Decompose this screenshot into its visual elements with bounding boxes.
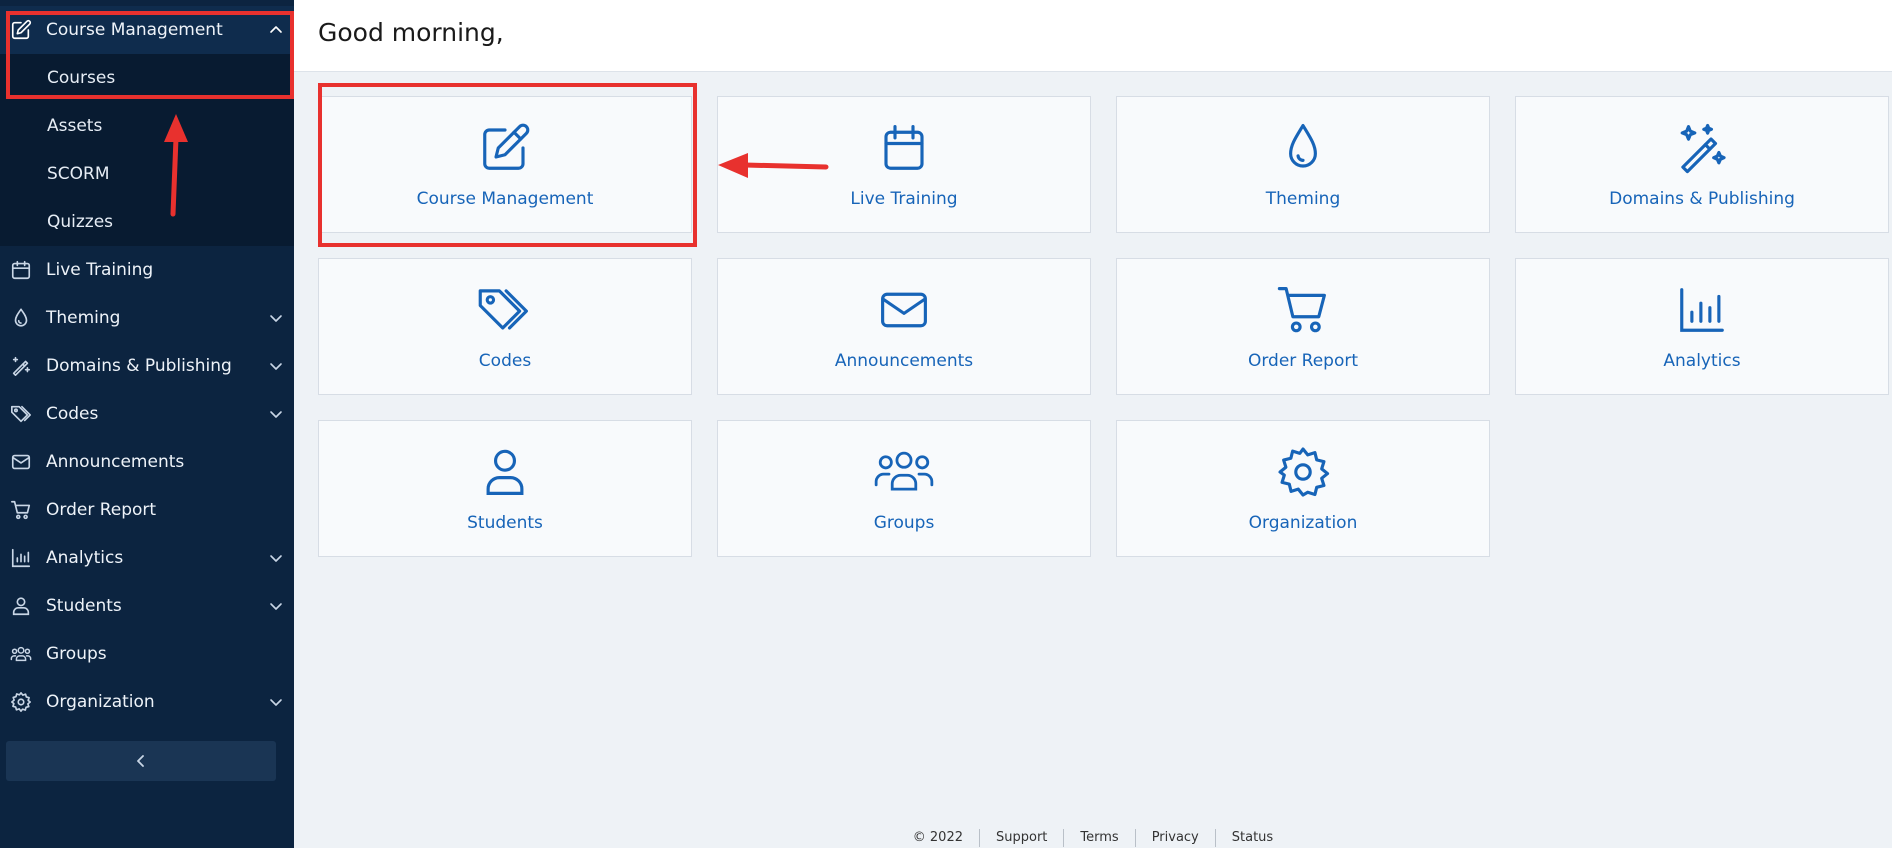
droplet-icon <box>10 307 32 329</box>
sidebar-item-course-management[interactable]: Course Management <box>0 6 294 54</box>
sidebar-subitem-label: SCORM <box>47 164 110 184</box>
envelope-icon <box>10 451 32 473</box>
sidebar-item-label: Course Management <box>46 20 223 40</box>
tile-live-training[interactable]: Live Training <box>717 96 1091 233</box>
tile-course-management[interactable]: Course Management <box>318 96 692 233</box>
sidebar-item-label: Students <box>46 596 122 616</box>
footer-link-privacy[interactable]: Privacy <box>1134 829 1215 847</box>
sidebar-item-organization[interactable]: Organization <box>0 678 294 726</box>
tags-icon <box>10 403 32 425</box>
page-greeting: Good morning, <box>318 18 504 47</box>
tile-organization[interactable]: Organization <box>1116 420 1490 557</box>
bar-chart-icon <box>1671 283 1733 337</box>
gear-icon <box>10 691 32 713</box>
chevron-down-icon <box>268 694 284 710</box>
sidebar-item-label: Domains & Publishing <box>46 356 232 376</box>
tile-label: Organization <box>1248 513 1358 533</box>
tile-label: Course Management <box>416 189 594 209</box>
tile-groups[interactable]: Groups <box>717 420 1091 557</box>
chevron-down-icon <box>268 358 284 374</box>
sidebar-subitem-label: Quizzes <box>47 212 114 232</box>
sidebar-subitem-label: Courses <box>47 68 116 88</box>
magic-wand-icon <box>10 355 32 377</box>
tile-label: Theming <box>1265 189 1341 209</box>
chevron-down-icon <box>268 598 284 614</box>
bar-chart-icon <box>10 547 32 569</box>
sidebar-item-analytics[interactable]: Analytics <box>0 534 294 582</box>
tile-label: Students <box>467 513 543 533</box>
tile-label: Analytics <box>1663 351 1741 371</box>
sidebar-item-students[interactable]: Students <box>0 582 294 630</box>
tile-label: Domains & Publishing <box>1609 189 1795 209</box>
chevron-left-icon <box>133 753 149 769</box>
tile-announcements[interactable]: Announcements <box>717 258 1091 395</box>
tile-order-report[interactable]: Order Report <box>1116 258 1490 395</box>
chevron-down-icon <box>268 310 284 326</box>
sidebar-item-label: Order Report <box>46 500 157 520</box>
sidebar-subitem-label: Assets <box>47 116 103 136</box>
top-bar: Good morning, <box>294 0 1892 72</box>
sidebar-item-order-report[interactable]: Order Report <box>0 486 294 534</box>
calendar-icon <box>10 259 32 281</box>
sidebar-item-codes[interactable]: Codes <box>0 390 294 438</box>
sidebar-item-label: Organization <box>46 692 155 712</box>
tile-label: Order Report <box>1247 351 1359 371</box>
tile-label: Live Training <box>850 189 958 209</box>
sidebar-subitem-assets[interactable]: Assets <box>0 102 294 150</box>
tile-label: Groups <box>873 513 935 533</box>
sidebar-item-label: Codes <box>46 404 99 424</box>
footer-link-terms[interactable]: Terms <box>1063 829 1134 847</box>
sidebar-item-label: Groups <box>46 644 107 664</box>
tile-domains-publishing[interactable]: Domains & Publishing <box>1515 96 1889 233</box>
calendar-icon <box>873 121 935 175</box>
tags-icon <box>474 283 536 337</box>
sidebar-item-label: Announcements <box>46 452 185 472</box>
chevron-down-icon <box>268 550 284 566</box>
sidebar-item-groups[interactable]: Groups <box>0 630 294 678</box>
sidebar-item-announcements[interactable]: Announcements <box>0 438 294 486</box>
sidebar-item-domains-publishing[interactable]: Domains & Publishing <box>0 342 294 390</box>
user-icon <box>474 445 536 499</box>
footer-link-support[interactable]: Support <box>979 829 1063 847</box>
tile-theming[interactable]: Theming <box>1116 96 1490 233</box>
gear-icon <box>1272 445 1334 499</box>
chevron-down-icon <box>268 406 284 422</box>
cart-icon <box>1272 283 1334 337</box>
cart-icon <box>10 499 32 521</box>
footer: © 2022 Support Terms Privacy Status <box>294 828 1892 848</box>
tile-label: Codes <box>478 351 532 371</box>
users-icon <box>873 445 935 499</box>
users-icon <box>10 643 32 665</box>
copyright-text: © 2022 <box>912 830 963 845</box>
user-icon <box>10 595 32 617</box>
sidebar-item-label: Theming <box>46 308 121 328</box>
sidebar-subitem-quizzes[interactable]: Quizzes <box>0 198 294 246</box>
footer-link-status[interactable]: Status <box>1214 829 1289 847</box>
sidebar-subitem-scorm[interactable]: SCORM <box>0 150 294 198</box>
tile-codes[interactable]: Codes <box>318 258 692 395</box>
edit-icon <box>10 19 32 41</box>
droplet-icon <box>1272 121 1334 175</box>
envelope-icon <box>873 283 935 337</box>
magic-wand-icon <box>1671 121 1733 175</box>
edit-icon <box>474 121 536 175</box>
collapse-sidebar-button[interactable] <box>6 741 276 781</box>
tile-students[interactable]: Students <box>318 420 692 557</box>
sidebar-item-label: Live Training <box>46 260 154 280</box>
tile-analytics[interactable]: Analytics <box>1515 258 1889 395</box>
tile-label: Announcements <box>834 351 974 371</box>
sidebar: Course Management Courses Assets SCORM Q… <box>0 0 294 848</box>
sidebar-item-theming[interactable]: Theming <box>0 294 294 342</box>
sidebar-item-live-training[interactable]: Live Training <box>0 246 294 294</box>
sidebar-item-label: Analytics <box>46 548 124 568</box>
sidebar-subitem-courses[interactable]: Courses <box>0 54 294 102</box>
course-management-submenu: Courses Assets SCORM Quizzes <box>0 54 294 246</box>
chevron-up-icon <box>268 22 284 38</box>
